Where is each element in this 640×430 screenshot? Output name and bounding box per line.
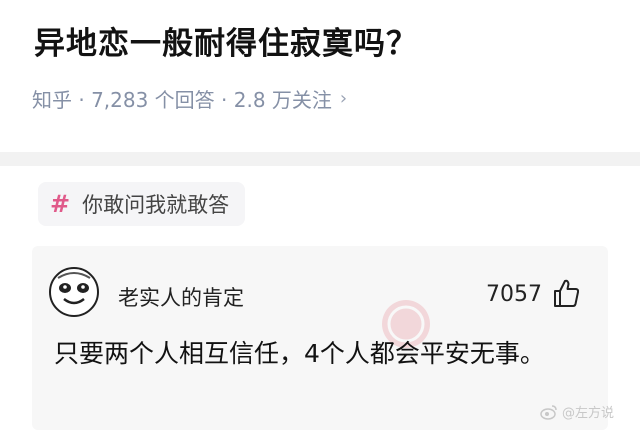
thumbs-up-icon[interactable] <box>552 278 580 308</box>
question-title[interactable]: 异地恋一般耐得住寂寞吗？ <box>34 18 418 63</box>
author-name[interactable]: 老实人的肯定 <box>118 282 244 312</box>
hash-icon: # <box>50 190 71 218</box>
section-divider <box>0 152 640 166</box>
topic-tag[interactable]: # 你敢问我就敢答 <box>38 182 246 226</box>
avatar[interactable] <box>48 266 100 318</box>
answer-text[interactable]: 只要两个人相互信任，4个人都会平安无事。 <box>54 334 574 374</box>
weibo-icon <box>540 404 557 420</box>
watermark: @左方说 <box>540 402 614 421</box>
like-count: 7057 <box>486 282 542 307</box>
question-meta[interactable]: 知乎 · 7,283 个回答 · 2.8 万关注 › <box>32 84 347 113</box>
topic-label: 你敢问我就敢答 <box>82 193 230 217</box>
question-meta-text: 知乎 · 7,283 个回答 · 2.8 万关注 <box>32 88 332 112</box>
chevron-right-icon: › <box>339 88 348 109</box>
watermark-text: @左方说 <box>562 406 615 421</box>
